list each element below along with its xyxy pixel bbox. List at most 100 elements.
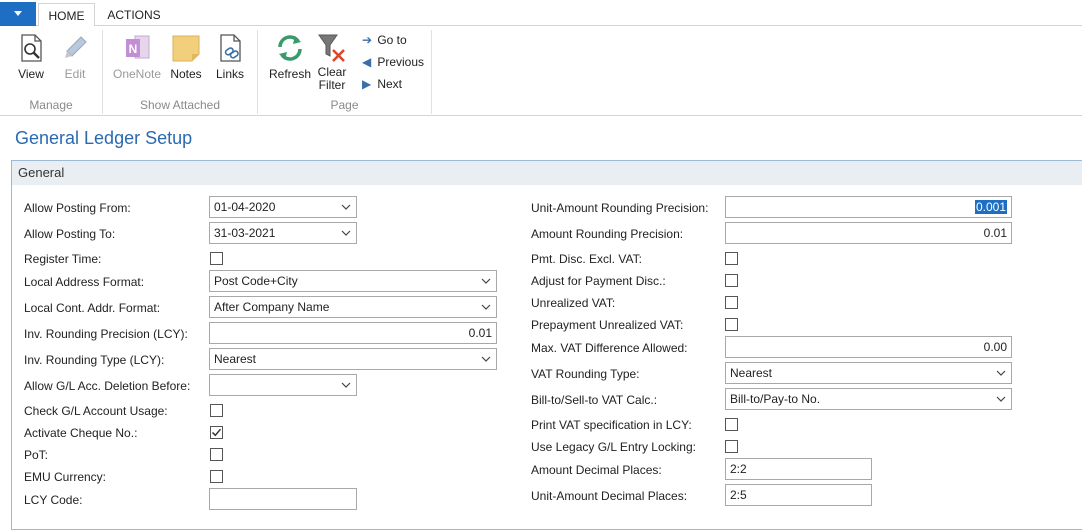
amount-decimal-places-label: Amount Decimal Places: (531, 463, 662, 477)
vat-rounding-type-label: VAT Rounding Type: (531, 367, 640, 381)
chevron-down-icon[interactable] (996, 394, 1006, 404)
inv-rounding-type-select[interactable]: Nearest (209, 348, 497, 370)
register-time-checkbox[interactable] (210, 252, 223, 265)
allow-posting-to-label: Allow Posting To: (24, 227, 116, 241)
vat-rounding-type-select[interactable]: Nearest (725, 362, 1012, 384)
arrow-right-icon: ➔ (362, 33, 373, 47)
fasttab-header[interactable]: General (12, 161, 1082, 185)
onenote-button[interactable]: N OneNote (111, 32, 163, 81)
chevron-down-icon[interactable] (341, 380, 351, 390)
pencil-icon (59, 32, 91, 64)
local-cont-addr-format-select[interactable]: After Company Name (209, 296, 497, 318)
edit-button[interactable]: Edit (58, 32, 92, 81)
vat-rounding-type-value: Nearest (730, 366, 773, 380)
unit-amount-decimal-places-field[interactable]: 2:5 (725, 484, 872, 506)
next-button[interactable]: ▶ Next (362, 77, 402, 91)
chevron-down-icon[interactable] (341, 228, 351, 238)
previous-label: Previous (377, 55, 425, 69)
view-button[interactable]: View (14, 32, 48, 81)
group-label-show-attached: Show Attached (139, 98, 221, 112)
print-vat-spec-checkbox[interactable] (725, 418, 738, 431)
refresh-icon (274, 32, 306, 64)
allow-posting-from-field[interactable]: 01-04-2020 (209, 196, 357, 218)
links-button[interactable]: Links (213, 32, 247, 81)
local-cont-addr-format-label: Local Cont. Addr. Format: (24, 301, 161, 315)
lcy-code-field[interactable] (209, 488, 357, 510)
allow-posting-from-label: Allow Posting From: (24, 201, 131, 215)
go-to-label: Go to (377, 33, 407, 47)
amount-decimal-places-field[interactable]: 2:2 (725, 458, 872, 480)
unrealized-vat-checkbox[interactable] (725, 296, 738, 309)
svg-text:N: N (129, 42, 138, 56)
notes-button[interactable]: Notes (169, 32, 203, 81)
activate-cheque-checkbox[interactable] (210, 426, 223, 439)
pmt-disc-excl-vat-checkbox[interactable] (725, 252, 738, 265)
clear-filter-button[interactable]: Clear Filter (314, 32, 350, 92)
unit-amount-rounding-field[interactable]: 0.001 (725, 196, 1012, 218)
ribbon: View Edit Manage N OneNote Notes Links S… (0, 26, 1082, 116)
clear-filter-icon (316, 32, 348, 64)
chevron-down-icon[interactable] (481, 354, 491, 364)
legacy-gl-locking-checkbox[interactable] (725, 440, 738, 453)
legacy-gl-locking-label: Use Legacy G/L Entry Locking: (531, 440, 696, 454)
check-gl-usage-checkbox[interactable] (210, 404, 223, 417)
ribbon-group-page: Refresh Clear Filter ➔ Go to ◀ Previous … (258, 30, 432, 114)
max-vat-difference-field[interactable]: 0.00 (725, 336, 1012, 358)
next-label: Next (377, 77, 403, 91)
checkmark-icon (211, 428, 222, 437)
go-to-button[interactable]: ➔ Go to (362, 33, 407, 47)
onenote-icon: N (121, 32, 153, 64)
notes-icon (170, 32, 202, 64)
links-icon (214, 32, 246, 64)
adjust-payment-disc-label: Adjust for Payment Disc.: (531, 274, 666, 288)
local-address-format-value: Post Code+City (214, 274, 298, 288)
clear-filter-label-line2: Filter (318, 78, 346, 92)
view-icon (15, 32, 47, 64)
chevron-down-icon[interactable] (341, 202, 351, 212)
links-label: Links (215, 67, 244, 81)
edit-label: Edit (64, 67, 86, 81)
unit-amount-rounding-label: Unit-Amount Rounding Precision: (531, 201, 709, 215)
notes-label: Notes (170, 67, 202, 81)
adjust-payment-disc-checkbox[interactable] (725, 274, 738, 287)
unit-amount-decimal-places-label: Unit-Amount Decimal Places: (531, 489, 688, 503)
lcy-code-label: LCY Code: (24, 493, 83, 507)
refresh-button[interactable]: Refresh (268, 32, 312, 81)
bill-to-sell-to-value: Bill-to/Pay-to No. (730, 392, 821, 406)
activate-cheque-label: Activate Cheque No.: (24, 426, 138, 440)
unrealized-vat-label: Unrealized VAT: (531, 296, 616, 310)
tab-actions[interactable]: ACTIONS (100, 3, 168, 27)
register-time-label: Register Time: (24, 252, 102, 266)
bill-to-sell-to-select[interactable]: Bill-to/Pay-to No. (725, 388, 1012, 410)
app-menu-button[interactable] (0, 2, 36, 26)
allow-gl-deletion-field[interactable] (209, 374, 357, 396)
tab-home[interactable]: HOME (38, 3, 95, 27)
amount-rounding-label: Amount Rounding Precision: (531, 227, 684, 241)
onenote-label: OneNote (112, 67, 162, 81)
allow-gl-deletion-label: Allow G/L Acc. Deletion Before: (24, 379, 191, 393)
amount-rounding-field[interactable]: 0.01 (725, 222, 1012, 244)
pot-label: PoT: (24, 448, 49, 462)
group-label-manage: Manage (29, 98, 73, 112)
allow-posting-to-field[interactable]: 31-03-2021 (209, 222, 357, 244)
ribbon-tabstrip: HOME ACTIONS (0, 0, 1082, 27)
ribbon-group-manage: View Edit Manage (0, 30, 103, 114)
chevron-down-icon[interactable] (996, 368, 1006, 378)
inv-rounding-precision-field[interactable]: 0.01 (209, 322, 497, 344)
max-vat-difference-label: Max. VAT Difference Allowed: (531, 341, 688, 355)
bill-to-sell-to-label: Bill-to/Sell-to VAT Calc.: (531, 393, 658, 407)
triangle-left-icon: ◀ (362, 55, 372, 69)
allow-posting-to-value: 31-03-2021 (214, 226, 276, 240)
local-address-format-select[interactable]: Post Code+City (209, 270, 497, 292)
triangle-right-icon: ▶ (362, 77, 372, 91)
chevron-down-icon[interactable] (481, 302, 491, 312)
emu-currency-checkbox[interactable] (210, 470, 223, 483)
chevron-down-icon[interactable] (481, 276, 491, 286)
pot-checkbox[interactable] (210, 448, 223, 461)
inv-rounding-type-label: Inv. Rounding Type (LCY): (24, 353, 165, 367)
local-cont-addr-format-value: After Company Name (214, 300, 330, 314)
prepayment-unrealized-vat-label: Prepayment Unrealized VAT: (531, 318, 684, 332)
prepayment-unrealized-vat-checkbox[interactable] (725, 318, 738, 331)
previous-button[interactable]: ◀ Previous (362, 55, 424, 69)
inv-rounding-type-value: Nearest (214, 352, 257, 366)
